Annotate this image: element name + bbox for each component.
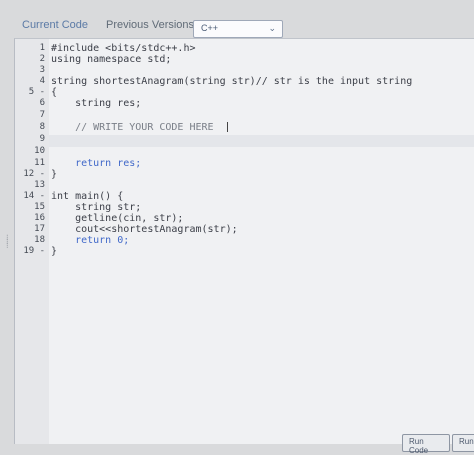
line-number: 2 xyxy=(39,54,45,64)
line-number: 7 xyxy=(39,110,45,120)
run-code-button[interactable]: Run Code xyxy=(402,434,450,455)
language-select-value: C++ xyxy=(201,23,219,33)
code-text: string str; xyxy=(51,202,142,213)
code-text: string res; xyxy=(51,98,142,109)
line-number: 11 xyxy=(34,158,45,168)
line-number: 8 xyxy=(39,122,45,132)
code-text: int main() { xyxy=(51,191,124,202)
line-number: 5 - xyxy=(28,87,45,97)
line-number: 16 xyxy=(34,213,45,223)
code-editor[interactable]: 1 #include <bits/stdc++.h> 2 using names… xyxy=(14,38,474,444)
active-line-highlight xyxy=(49,135,474,147)
line-number: 3 xyxy=(39,65,45,75)
line-number: 4 xyxy=(39,76,45,86)
code-text: #include <bits/stdc++.h> xyxy=(51,43,196,54)
code-text: return 0; xyxy=(51,235,130,246)
code-text: cout<<shortestAnagram(str); xyxy=(51,224,238,235)
tab-current-code[interactable]: Current Code xyxy=(22,19,88,31)
code-text: return res; xyxy=(51,158,142,169)
line-number: 13 xyxy=(34,180,45,190)
line-number: 19 - xyxy=(23,246,45,256)
line-number: 14 - xyxy=(23,191,45,201)
code-text: using namespace std; xyxy=(51,54,172,65)
text-cursor xyxy=(227,122,228,132)
language-select[interactable]: C++ ⌄ xyxy=(193,20,283,38)
code-text: } xyxy=(51,246,58,257)
line-number: 10 xyxy=(34,146,45,156)
line-number: 15 xyxy=(34,202,45,212)
line-number: 12 - xyxy=(23,169,45,179)
resize-handle-icon[interactable]: ⁝ ⁝ ⁝ xyxy=(6,234,12,262)
line-number: 6 xyxy=(39,98,45,108)
code-text: } xyxy=(51,169,58,180)
line-number: 17 xyxy=(34,224,45,234)
code-text: getline(cin, str); xyxy=(51,213,184,224)
code-comment: // WRITE YOUR CODE HERE xyxy=(51,122,214,133)
line-number: 1 xyxy=(39,43,45,53)
chevron-down-icon: ⌄ xyxy=(268,23,276,33)
tab-previous-versions[interactable]: Previous Versions xyxy=(106,19,194,31)
line-number: 9 xyxy=(39,134,45,144)
code-text: string shortestAnagram(string str)// str… xyxy=(51,76,413,87)
code-text: { xyxy=(51,87,58,98)
line-number: 18 xyxy=(34,235,45,245)
run-button[interactable]: Run xyxy=(452,434,474,452)
